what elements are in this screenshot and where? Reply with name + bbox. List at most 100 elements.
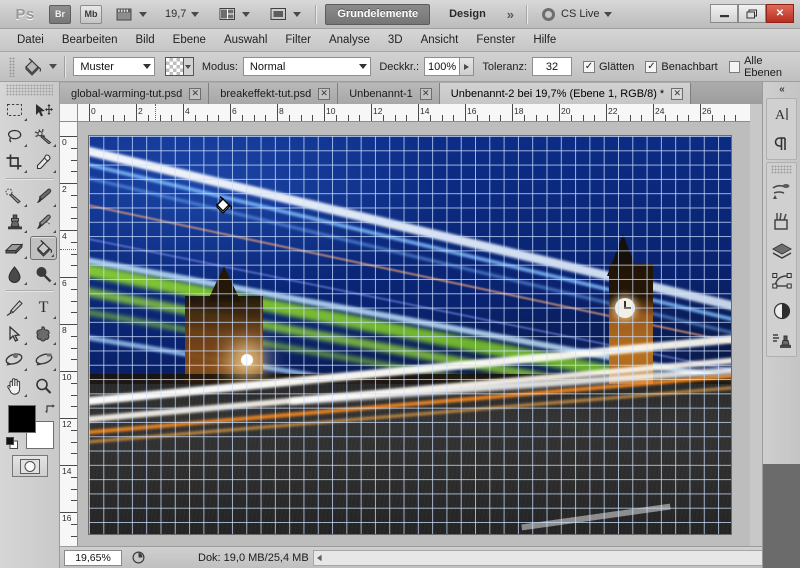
options-bar-gripper[interactable] xyxy=(9,56,15,77)
tab-close-icon[interactable]: ✕ xyxy=(189,87,202,100)
tolerance-input[interactable]: 32 xyxy=(532,57,572,76)
screen-mode-icon[interactable] xyxy=(268,6,288,23)
contiguous-checkbox[interactable]: ✓ Benachbart xyxy=(645,60,718,73)
3d-rotate-tool[interactable] xyxy=(0,347,29,373)
spot-healing-brush-tool[interactable] xyxy=(0,183,29,209)
opacity-slider-button[interactable] xyxy=(460,57,475,76)
menu-ebene[interactable]: Ebene xyxy=(164,32,215,48)
hand-tool[interactable] xyxy=(0,373,29,399)
pen-tool[interactable] xyxy=(0,295,29,321)
cs-live-caret-icon[interactable] xyxy=(603,11,612,17)
view-extras-icon[interactable] xyxy=(114,6,134,23)
cs-live-button[interactable]: CS Live xyxy=(542,7,612,21)
custom-shape-tool[interactable] xyxy=(29,321,58,347)
dodge-tool[interactable] xyxy=(29,261,58,287)
workspace-grundelemente[interactable]: Grundelemente xyxy=(325,3,431,25)
magic-wand-tool[interactable] xyxy=(29,123,58,149)
menu-bearbeiten[interactable]: Bearbeiten xyxy=(53,32,127,48)
tool-preset-caret-icon[interactable] xyxy=(49,64,58,69)
dock-collapse-icon[interactable]: « xyxy=(763,82,800,96)
dock-gripper[interactable] xyxy=(771,165,792,174)
swap-colors-icon[interactable] xyxy=(45,403,56,417)
menu-3d[interactable]: 3D xyxy=(379,32,412,48)
document-canvas[interactable] xyxy=(89,136,731,534)
zoom-tool[interactable] xyxy=(29,373,58,399)
all-layers-checkbox[interactable]: Alle Ebenen xyxy=(728,55,800,79)
canvas-area[interactable] xyxy=(78,122,750,546)
brush-tool[interactable] xyxy=(29,183,58,209)
ruler-minor-tick xyxy=(406,115,408,121)
view-extras-caret-icon[interactable] xyxy=(139,11,147,17)
move-tool[interactable] xyxy=(29,97,58,123)
layers-panel-icon[interactable] xyxy=(767,236,797,266)
paint-bucket-tool[interactable] xyxy=(30,236,57,260)
eyedropper-tool[interactable] xyxy=(29,149,58,175)
foreground-color-swatch[interactable] xyxy=(8,405,36,433)
tab-close-icon[interactable]: ✕ xyxy=(671,87,684,100)
screen-mode-caret-icon[interactable] xyxy=(293,11,302,17)
path-selection-tool[interactable] xyxy=(0,321,29,347)
default-colors-icon[interactable] xyxy=(6,437,18,449)
pattern-swatch-caret-icon[interactable] xyxy=(182,58,193,75)
brush-panel-icon[interactable] xyxy=(767,206,797,236)
ruler-tick xyxy=(606,104,607,121)
crop-tool[interactable] xyxy=(0,149,29,175)
menu-ansicht[interactable]: Ansicht xyxy=(412,32,468,48)
tab-close-icon[interactable]: ✕ xyxy=(419,87,432,100)
tab-global-warming[interactable]: global-warming-tut.psd ✕ xyxy=(60,83,210,104)
color-panel-icon[interactable] xyxy=(767,176,797,206)
blur-tool[interactable] xyxy=(0,261,29,287)
workspace-overflow-icon[interactable]: » xyxy=(507,7,514,22)
rectangular-marquee-tool[interactable] xyxy=(0,97,29,123)
paragraph-panel-icon[interactable] xyxy=(767,129,797,159)
pattern-swatch[interactable] xyxy=(165,57,194,76)
preview-size-icon[interactable] xyxy=(128,550,148,566)
mini-bridge-button[interactable]: Mb xyxy=(80,4,102,24)
history-brush-tool[interactable] xyxy=(29,209,58,235)
horizontal-scrollbar[interactable] xyxy=(313,550,783,566)
paths-panel-icon[interactable] xyxy=(767,266,797,296)
bridge-button[interactable]: Br xyxy=(49,4,71,24)
character-panel-icon[interactable]: A xyxy=(767,99,797,129)
menu-analyse[interactable]: Analyse xyxy=(320,32,379,48)
submenu-corner-icon xyxy=(53,144,56,147)
horizontal-type-tool[interactable]: T xyxy=(29,295,58,321)
tab-unbenannt-2[interactable]: Unbenannt-2 bei 19,7% (Ebene 1, RGB/8) *… xyxy=(439,83,692,104)
opacity-input[interactable]: 100% xyxy=(424,57,461,76)
fill-source-select[interactable]: Muster xyxy=(73,57,156,76)
antialias-checkbox[interactable]: ✓ Glätten xyxy=(582,60,634,73)
toolbox-gripper[interactable] xyxy=(6,84,53,96)
eraser-tool[interactable] xyxy=(0,235,29,261)
3d-orbit-tool[interactable] xyxy=(29,347,58,373)
quick-mask-icon[interactable] xyxy=(11,455,48,477)
menu-filter[interactable]: Filter xyxy=(276,32,320,48)
adjustments-panel-icon[interactable] xyxy=(767,296,797,326)
close-button[interactable]: ✕ xyxy=(766,4,794,23)
ruler-corner[interactable] xyxy=(60,104,78,122)
workspace-design[interactable]: Design xyxy=(438,4,497,25)
tab-breakeffekt[interactable]: breakeffekt-tut.psd ✕ xyxy=(209,83,339,104)
vertical-ruler[interactable]: 0 2 4 6 8 10 12 14 16 xyxy=(60,122,78,546)
arrange-documents-icon[interactable] xyxy=(217,6,237,23)
tab-close-icon[interactable]: ✕ xyxy=(318,87,331,100)
menu-datei[interactable]: Datei xyxy=(8,32,53,48)
menu-fenster[interactable]: Fenster xyxy=(467,32,524,48)
arrange-caret-icon[interactable] xyxy=(242,11,251,17)
zoom-level-input[interactable]: 19,65% xyxy=(64,549,122,566)
paint-bucket-icon[interactable] xyxy=(20,56,45,78)
minimize-button[interactable] xyxy=(710,4,738,23)
ruler-label: 14 xyxy=(62,466,72,476)
menu-hilfe[interactable]: Hilfe xyxy=(524,32,565,48)
blend-mode-select[interactable]: Normal xyxy=(242,57,372,76)
restore-button[interactable] xyxy=(738,4,766,23)
menu-auswahl[interactable]: Auswahl xyxy=(215,32,276,48)
antialias-checkbox-box: ✓ xyxy=(582,60,595,73)
lasso-tool[interactable] xyxy=(0,123,29,149)
zoom-caret-icon[interactable] xyxy=(191,11,200,17)
tab-unbenannt-1[interactable]: Unbenannt-1 ✕ xyxy=(338,83,440,104)
clone-stamp-tool[interactable] xyxy=(0,209,29,235)
clone-source-panel-icon[interactable] xyxy=(767,326,797,356)
horizontal-ruler[interactable]: 0 2 4 6 8 10 12 14 16 18 20 22 24 26 xyxy=(78,104,750,122)
submenu-corner-icon xyxy=(53,368,56,371)
menu-bild[interactable]: Bild xyxy=(126,32,163,48)
